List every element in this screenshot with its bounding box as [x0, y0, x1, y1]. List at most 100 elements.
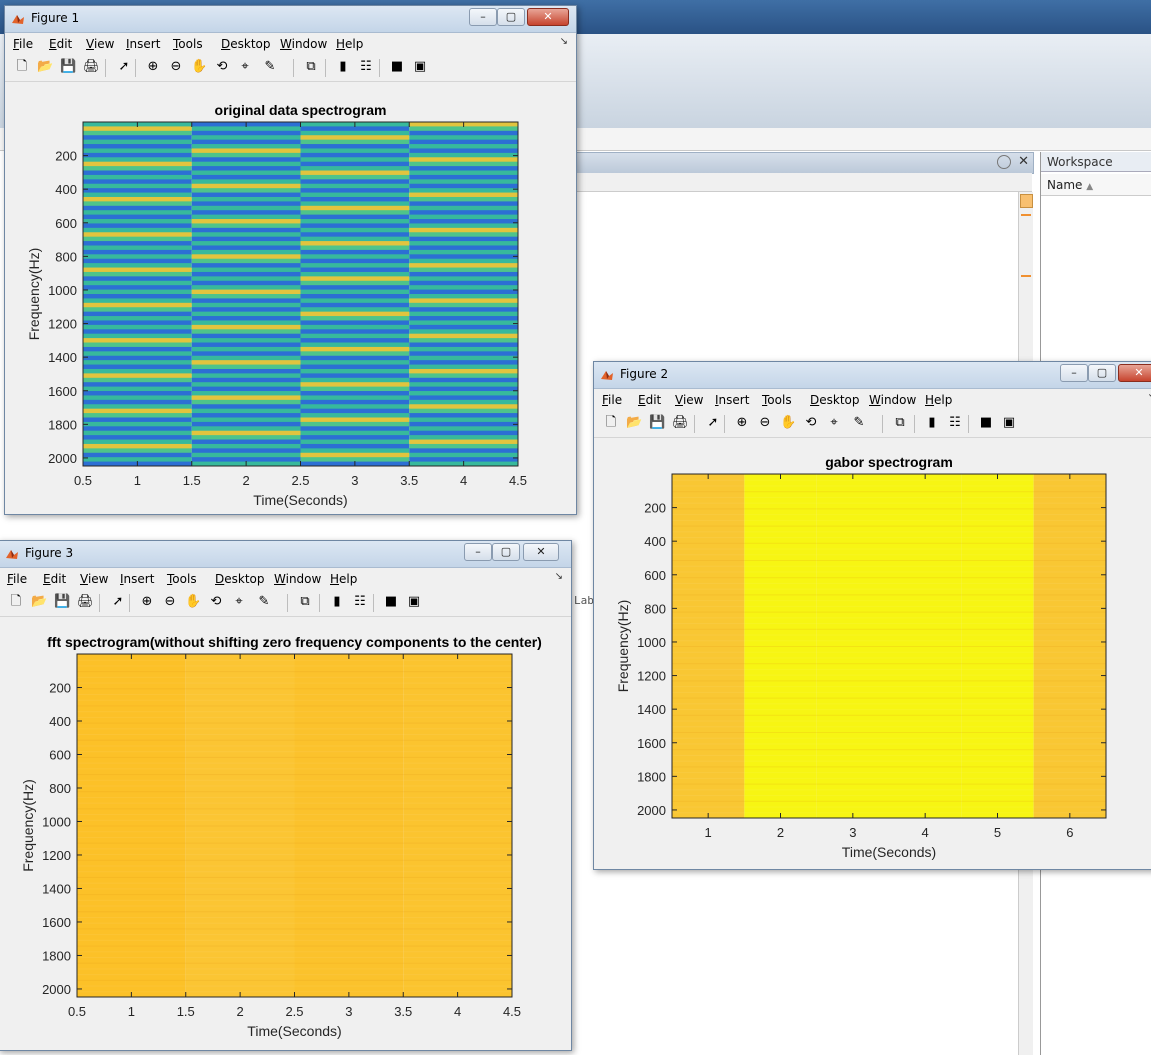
- zoom-out-icon[interactable]: ⊖: [162, 594, 178, 610]
- menu-desktop[interactable]: Desktop: [221, 37, 271, 51]
- menu-insert[interactable]: Insert: [715, 393, 749, 407]
- open-icon[interactable]: 📂: [31, 594, 47, 610]
- brush-icon[interactable]: ✎: [851, 415, 867, 431]
- figure-3-titlebar[interactable]: Figure 3 – ▢ ✕: [0, 541, 571, 568]
- menu-insert[interactable]: Insert: [126, 37, 160, 51]
- menu-edit[interactable]: Edit: [49, 37, 72, 51]
- link-plot-icon[interactable]: ⧉: [303, 59, 319, 75]
- x-axis-label: Time(Seconds): [253, 492, 347, 508]
- open-icon[interactable]: 📂: [626, 415, 642, 431]
- zoom-in-icon[interactable]: ⊕: [139, 594, 155, 610]
- show-tools-icon[interactable]: ▣: [1001, 415, 1017, 431]
- menu-desktop[interactable]: Desktop: [215, 572, 265, 586]
- menu-edit[interactable]: Edit: [43, 572, 66, 586]
- heatmap-cell: [83, 448, 192, 454]
- colorbar-icon[interactable]: ▮: [924, 415, 940, 431]
- close-button[interactable]: ✕: [527, 8, 569, 26]
- menu-window[interactable]: Window: [869, 393, 916, 407]
- zoom-out-icon[interactable]: ⊖: [757, 415, 773, 431]
- menu-view[interactable]: View: [80, 572, 108, 586]
- brush-icon[interactable]: ✎: [256, 594, 272, 610]
- select-arrow-icon[interactable]: ➚: [110, 594, 126, 610]
- save-icon[interactable]: 💾: [60, 59, 76, 75]
- data-cursor-icon[interactable]: ⌖: [826, 415, 842, 431]
- data-cursor-icon[interactable]: ⌖: [231, 594, 247, 610]
- warning-mark[interactable]: [1021, 214, 1031, 216]
- pan-hand-icon[interactable]: ✋: [191, 59, 207, 75]
- new-figure-icon[interactable]: 🗋: [603, 415, 619, 431]
- brush-icon[interactable]: ✎: [262, 59, 278, 75]
- panel-close-icon[interactable]: ✕: [1018, 154, 1029, 169]
- legend-icon[interactable]: ☷: [358, 59, 374, 75]
- link-plot-icon[interactable]: ⧉: [892, 415, 908, 431]
- link-plot-icon[interactable]: ⧉: [297, 594, 313, 610]
- hide-tools-icon[interactable]: ■: [389, 59, 405, 75]
- pan-hand-icon[interactable]: ✋: [780, 415, 796, 431]
- hide-tools-icon[interactable]: ■: [978, 415, 994, 431]
- dock-figure-icon[interactable]: ↘: [560, 36, 568, 47]
- zoom-out-icon[interactable]: ⊖: [168, 59, 184, 75]
- minimize-button[interactable]: –: [1060, 364, 1088, 382]
- figure-2-axes[interactable]: 1 2 3 4 5 6 200 400 600 800 1000 1200 1400 1600 1800 20…: [594, 438, 1151, 868]
- menu-view[interactable]: View: [86, 37, 114, 51]
- colorbar-icon[interactable]: ▮: [335, 59, 351, 75]
- menu-file[interactable]: File: [13, 37, 33, 51]
- figure-1-axes[interactable]: 0.5 1 1.5 2 2.5 3 3.5 4 4.5 200 400 600 800 1000 1200 1…: [5, 82, 576, 512]
- maximize-button[interactable]: ▢: [492, 543, 520, 561]
- rotate-3d-icon[interactable]: ⟲: [803, 415, 819, 431]
- panel-menu-icon[interactable]: [997, 155, 1011, 169]
- zoom-in-icon[interactable]: ⊕: [734, 415, 750, 431]
- heatmap-band: [1033, 686, 1106, 688]
- select-arrow-icon[interactable]: ➚: [705, 415, 721, 431]
- open-icon[interactable]: 📂: [37, 59, 53, 75]
- dock-figure-icon[interactable]: ↘: [1148, 392, 1151, 403]
- menu-insert[interactable]: Insert: [120, 572, 154, 586]
- warning-mark[interactable]: [1021, 275, 1031, 277]
- menu-window[interactable]: Window: [274, 572, 321, 586]
- print-icon[interactable]: 🖨: [77, 594, 94, 610]
- show-tools-icon[interactable]: ▣: [412, 59, 428, 75]
- menu-desktop[interactable]: Desktop: [810, 393, 860, 407]
- new-figure-icon[interactable]: 🗋: [8, 594, 24, 610]
- new-figure-icon[interactable]: 🗋: [14, 59, 30, 75]
- print-icon[interactable]: 🖨: [672, 415, 689, 431]
- heatmap-band: [294, 899, 404, 901]
- menu-tools[interactable]: Tools: [762, 393, 792, 407]
- menu-help[interactable]: Help: [925, 393, 952, 407]
- menu-edit[interactable]: Edit: [638, 393, 661, 407]
- close-button[interactable]: ✕: [523, 543, 559, 561]
- figure-2-titlebar[interactable]: Figure 2 – ▢ ✕: [594, 362, 1151, 389]
- hide-tools-icon[interactable]: ■: [383, 594, 399, 610]
- zoom-in-icon[interactable]: ⊕: [145, 59, 161, 75]
- figure-1-titlebar[interactable]: Figure 1 – ▢ ✕: [5, 6, 576, 33]
- menu-help[interactable]: Help: [336, 37, 363, 51]
- menu-view[interactable]: View: [675, 393, 703, 407]
- menu-tools[interactable]: Tools: [167, 572, 197, 586]
- maximize-button[interactable]: ▢: [497, 8, 525, 26]
- workspace-name-column[interactable]: Name ▲: [1041, 174, 1151, 196]
- save-icon[interactable]: 💾: [649, 415, 665, 431]
- data-cursor-icon[interactable]: ⌖: [237, 59, 253, 75]
- menu-window[interactable]: Window: [280, 37, 327, 51]
- minimize-button[interactable]: –: [469, 8, 497, 26]
- rotate-3d-icon[interactable]: ⟲: [214, 59, 230, 75]
- figure-3-axes[interactable]: 0.5 1 1.5 2 2.5 3 3.5 4 4.5 200 400 600 800 1000 1200 1…: [0, 617, 571, 1047]
- close-button[interactable]: ✕: [1118, 364, 1151, 382]
- dock-figure-icon[interactable]: ↘: [555, 571, 563, 582]
- menu-file[interactable]: File: [602, 393, 622, 407]
- legend-icon[interactable]: ☷: [947, 415, 963, 431]
- menu-help[interactable]: Help: [330, 572, 357, 586]
- colorbar-icon[interactable]: ▮: [329, 594, 345, 610]
- menu-tools[interactable]: Tools: [173, 37, 203, 51]
- select-arrow-icon[interactable]: ➚: [116, 59, 132, 75]
- rotate-3d-icon[interactable]: ⟲: [208, 594, 224, 610]
- minimize-button[interactable]: –: [464, 543, 492, 561]
- menu-file[interactable]: File: [7, 572, 27, 586]
- warning-indicator-icon[interactable]: [1020, 194, 1033, 208]
- print-icon[interactable]: 🖨: [83, 59, 100, 75]
- show-tools-icon[interactable]: ▣: [406, 594, 422, 610]
- maximize-button[interactable]: ▢: [1088, 364, 1116, 382]
- save-icon[interactable]: 💾: [54, 594, 70, 610]
- pan-hand-icon[interactable]: ✋: [185, 594, 201, 610]
- legend-icon[interactable]: ☷: [352, 594, 368, 610]
